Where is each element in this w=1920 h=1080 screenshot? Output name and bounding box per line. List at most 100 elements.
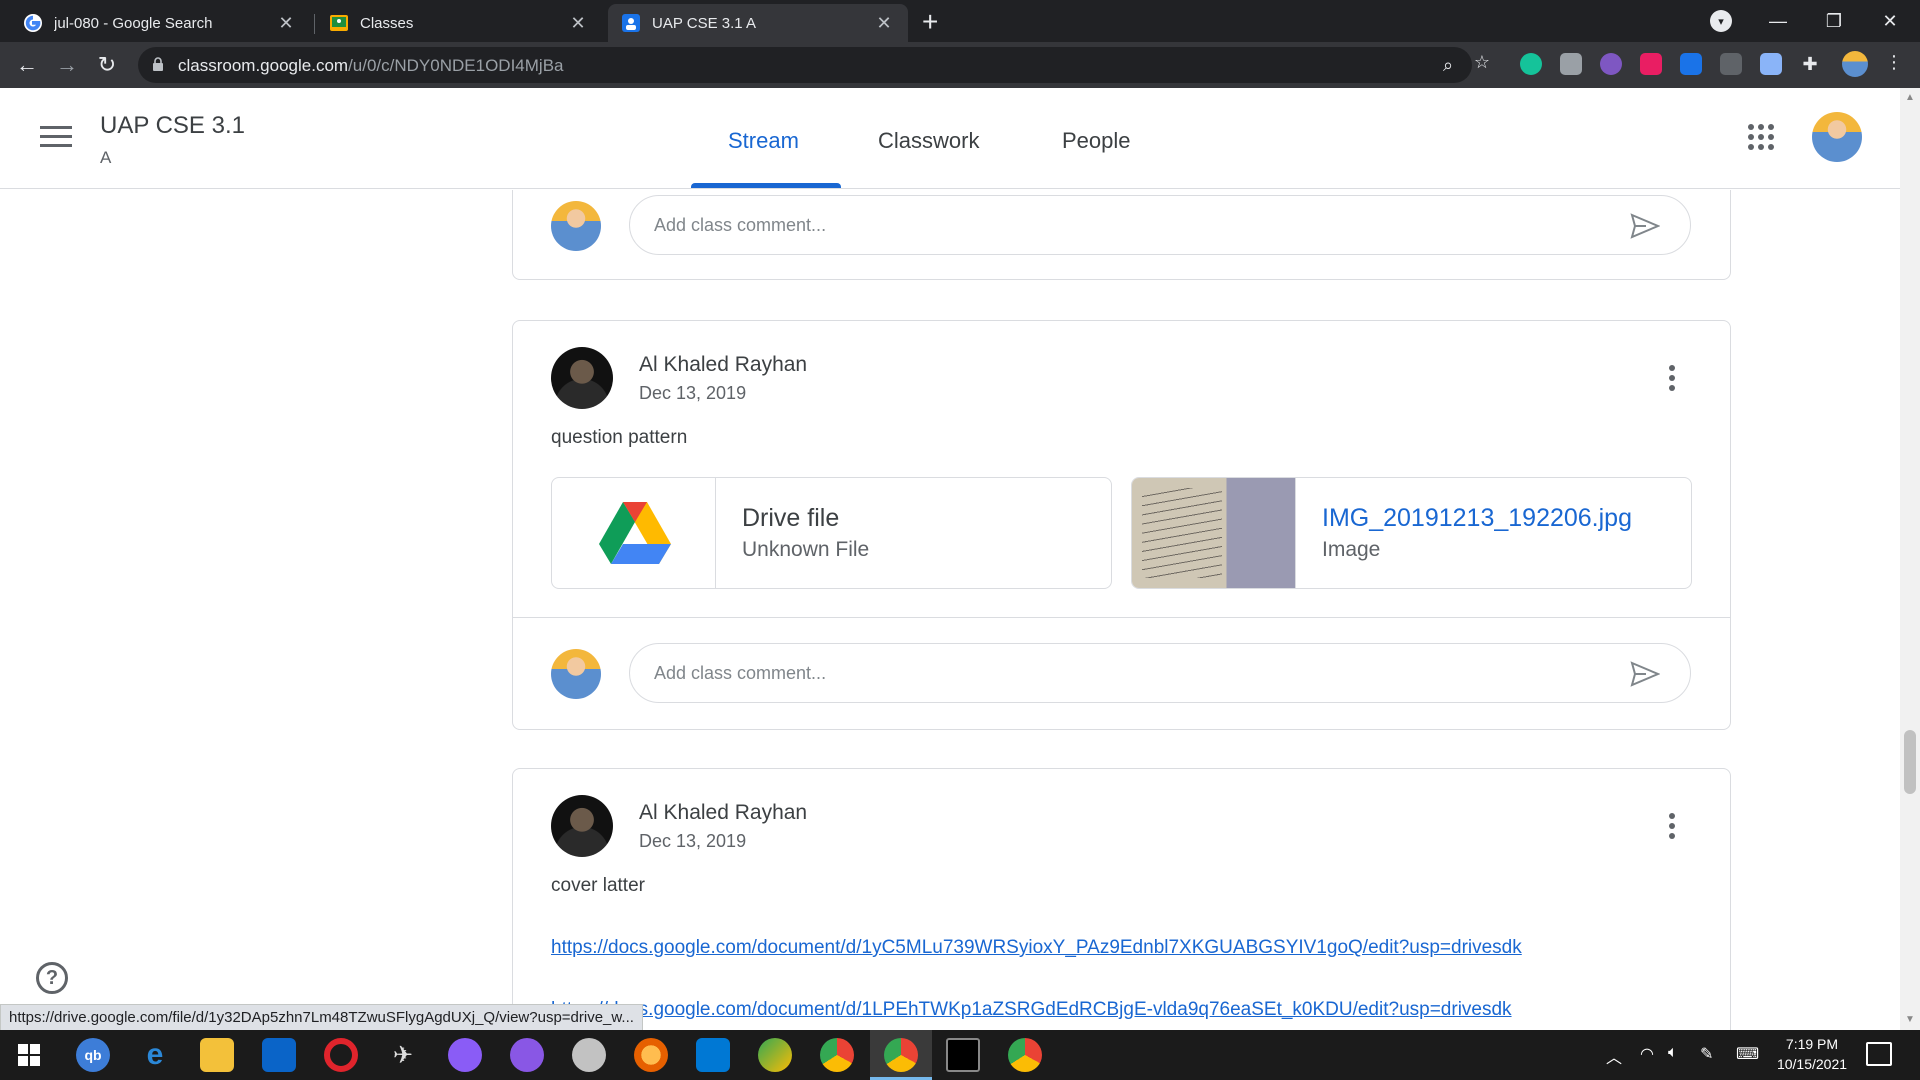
taskbar-clock[interactable]: 7:19 PM 10/15/2021 — [1772, 1034, 1852, 1074]
screen-extension-icon[interactable] — [1720, 53, 1742, 75]
commenter-avatar — [551, 201, 601, 251]
reload-icon[interactable]: ↻ — [92, 50, 122, 80]
windows-taskbar: qb e ✈ ︿ ◠ 🔈︎ ✎ ⌨ 7:19 PM 10/15/2021 — [0, 1030, 1920, 1080]
tab-search-icon[interactable]: ▾ — [1710, 10, 1732, 32]
active-tab-indicator — [691, 183, 841, 188]
wifi-icon[interactable]: ◠ — [1640, 1044, 1654, 1064]
tab-close-icon[interactable]: ✕ — [568, 13, 588, 34]
classroom-header: UAP CSE 3.1 A Stream Classwork People — [0, 88, 1900, 189]
address-bar[interactable]: classroom.google.com/u/0/c/NDY0NDE1ODI4M… — [138, 47, 1472, 83]
card-divider — [513, 617, 1730, 618]
restore-button[interactable]: ❐ — [1806, 0, 1862, 42]
app-icon[interactable] — [758, 1038, 792, 1072]
download-extension-icon[interactable] — [1680, 53, 1702, 75]
vscode-icon[interactable] — [696, 1038, 730, 1072]
browser-tab-google-search[interactable]: jul-080 - Google Search ✕ — [10, 4, 310, 42]
pen-extension-icon[interactable] — [1760, 53, 1782, 75]
page-scrollbar[interactable]: ▲ ▼ — [1900, 88, 1920, 1030]
chrome-icon[interactable] — [820, 1038, 854, 1072]
url-host: classroom.google.com — [178, 56, 349, 75]
main-menu-icon[interactable] — [40, 126, 72, 150]
edge-icon[interactable]: e — [138, 1038, 172, 1072]
close-window-button[interactable]: ✕ — [1862, 0, 1918, 42]
attachment-title: IMG_20191213_192206.jpg — [1322, 504, 1632, 532]
commenter-avatar — [551, 649, 601, 699]
url-path: /u/0/c/NDY0NDE1ODI4MjBa — [348, 56, 564, 75]
minimize-button[interactable]: — — [1750, 0, 1806, 42]
help-icon[interactable]: ? — [36, 962, 68, 994]
send-icon[interactable] — [1630, 213, 1660, 239]
new-tab-button[interactable]: + — [922, 6, 938, 38]
opera-icon[interactable] — [324, 1038, 358, 1072]
forward-icon[interactable]: → — [52, 50, 82, 80]
browser-tab-uap-cse[interactable]: UAP CSE 3.1 A ✕ — [608, 4, 908, 42]
scrollbar-thumb[interactable] — [1904, 730, 1916, 794]
attachment-title: Drive file — [742, 504, 840, 532]
mail-icon[interactable] — [262, 1038, 296, 1072]
github-icon[interactable] — [510, 1038, 544, 1072]
camera-extension-icon[interactable] — [1560, 53, 1582, 75]
class-comment-input[interactable]: Add class comment... — [629, 195, 1691, 255]
vpn-extension-icon[interactable] — [1600, 53, 1622, 75]
chrome-icon[interactable] — [1008, 1038, 1042, 1072]
scroll-down-arrow[interactable]: ▼ — [1905, 1014, 1915, 1025]
google-favicon-icon — [24, 14, 42, 32]
scroll-up-arrow[interactable]: ▲ — [1905, 92, 1915, 103]
image-thumbnail — [1132, 478, 1296, 588]
profile-avatar-icon[interactable] — [1842, 51, 1868, 77]
chrome-profile-icon[interactable] — [884, 1038, 918, 1072]
terminal-icon[interactable] — [946, 1038, 980, 1072]
class-comment-input[interactable]: Add class comment... — [629, 643, 1691, 703]
browser-toolbar: ← → ↻ classroom.google.com/u/0/c/NDY0NDE… — [0, 42, 1920, 88]
attachment-image[interactable]: IMG_20191213_192206.jpg Image — [1131, 477, 1692, 589]
post-date: Dec 13, 2019 — [639, 383, 747, 403]
post-card-previous: Add class comment... — [512, 190, 1731, 280]
class-section: A — [100, 148, 112, 167]
more-options-icon[interactable] — [1669, 365, 1677, 393]
google-apps-icon[interactable] — [1748, 124, 1774, 150]
tab-stream[interactable]: Stream — [728, 128, 799, 154]
satellite-app-icon[interactable]: ✈ — [386, 1038, 420, 1072]
post-author: Al Khaled Rayhan — [639, 801, 808, 824]
paint-app-icon[interactable] — [572, 1038, 606, 1072]
post-text: question pattern — [551, 427, 688, 448]
post-text: cover latter — [551, 875, 645, 896]
class-title[interactable]: UAP CSE 3.1 — [100, 112, 245, 140]
tab-people[interactable]: People — [1062, 128, 1131, 154]
zoom-icon[interactable]: ⌕ — [1438, 55, 1458, 75]
firefox-icon[interactable] — [634, 1038, 668, 1072]
keyboard-icon[interactable]: ⌨ — [1736, 1044, 1759, 1064]
post-link[interactable]: https://docs.google.com/document/d/1yC5M… — [551, 937, 1522, 959]
url-text: classroom.google.com/u/0/c/NDY0NDE1ODI4M… — [178, 56, 563, 76]
attachment-drive-file[interactable]: Drive file Unknown File — [551, 477, 1112, 589]
tab-classwork[interactable]: Classwork — [878, 128, 979, 154]
file-explorer-icon[interactable] — [200, 1038, 234, 1072]
back-icon[interactable]: ← — [12, 50, 42, 80]
windows-start-icon[interactable] — [12, 1038, 46, 1072]
tab-close-icon[interactable]: ✕ — [874, 13, 894, 34]
account-avatar[interactable] — [1812, 112, 1862, 162]
pen-icon[interactable]: ✎ — [1700, 1044, 1713, 1064]
google-drive-icon — [599, 502, 671, 564]
extensions-puzzle-icon[interactable]: ✚ — [1800, 54, 1820, 74]
bookmark-star-icon[interactable]: ☆ — [1472, 52, 1492, 72]
attachment-subtitle: Image — [1322, 538, 1381, 561]
volume-icon[interactable]: 🔈︎ — [1668, 1044, 1678, 1062]
more-options-icon[interactable] — [1669, 813, 1677, 841]
tab-separator — [314, 14, 315, 34]
grammarly-extension-icon[interactable] — [1520, 53, 1542, 75]
qbittorrent-icon[interactable]: qb — [76, 1038, 110, 1072]
tray-chevron-icon[interactable]: ︿ — [1606, 1044, 1622, 1068]
notifications-icon[interactable] — [1866, 1042, 1892, 1066]
status-bar-url: https://drive.google.com/file/d/1y32DAp5… — [0, 1004, 643, 1032]
send-icon[interactable] — [1630, 661, 1660, 687]
tab-close-icon[interactable]: ✕ — [276, 13, 296, 34]
browser-tab-classes[interactable]: Classes ✕ — [316, 4, 602, 42]
browser-tab-title: Classes — [360, 14, 414, 32]
browser-tab-strip: jul-080 - Google Search ✕ Classes ✕ UAP … — [0, 0, 1920, 42]
play-extension-icon[interactable] — [1640, 53, 1662, 75]
chrome-menu-icon[interactable]: ⋮ — [1884, 52, 1904, 72]
post-link[interactable]: https://docs.google.com/document/d/1LPEh… — [551, 999, 1512, 1021]
messenger-icon[interactable] — [448, 1038, 482, 1072]
classroom-favicon-icon — [622, 14, 640, 32]
